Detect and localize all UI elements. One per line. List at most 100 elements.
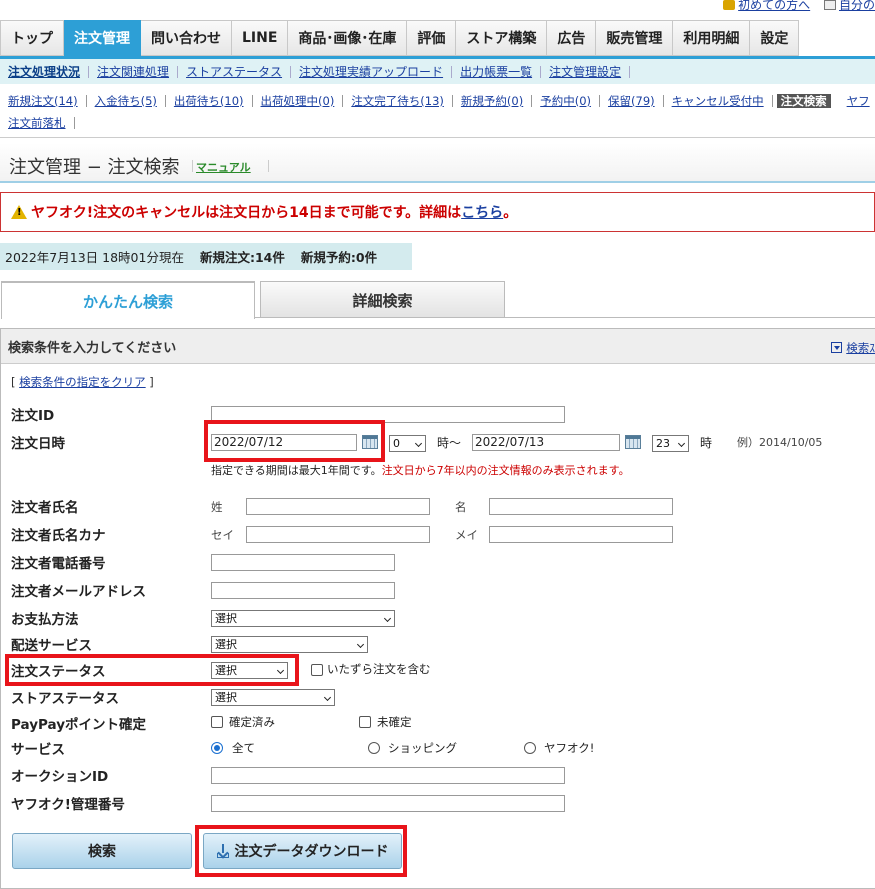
- clear-conditions-link[interactable]: 検索条件の指定をクリア: [19, 375, 146, 389]
- email-label: 注文者メールアドレス: [11, 584, 146, 600]
- manual-link[interactable]: マニュアル: [196, 159, 251, 175]
- alert-link[interactable]: こちら: [461, 202, 503, 222]
- date-example: 例）2014/10/05: [737, 436, 823, 449]
- subnav-order-status[interactable]: 注文処理状況: [0, 65, 90, 78]
- search-toggle-label: 検索ｽ: [846, 341, 875, 355]
- payment-select[interactable]: 選択: [211, 610, 395, 627]
- date-highlight: [204, 420, 385, 462]
- nav-order-management[interactable]: 注文管理: [64, 20, 141, 56]
- warning-icon: [11, 205, 27, 219]
- first-name-input[interactable]: [489, 498, 673, 515]
- status-order-search[interactable]: 注文検索: [776, 94, 831, 108]
- search-toggle-link[interactable]: 検索ｽ: [831, 340, 875, 356]
- status-pre-order-bids[interactable]: 注文前落札: [8, 117, 75, 129]
- subnav-reports[interactable]: 出力帳票一覧: [452, 65, 542, 78]
- sei-kana-label: セイ: [211, 528, 234, 542]
- subnav-order-related[interactable]: 注文関連処理: [89, 65, 179, 78]
- nav-reviews[interactable]: 評価: [407, 20, 457, 56]
- status-auction[interactable]: ヤフ: [839, 95, 875, 107]
- subnav-store-status[interactable]: ストアステータス: [178, 65, 292, 78]
- sub-nav: 注文処理状況 注文関連処理 ストアステータス 注文処理実績アップロード 出力帳票…: [0, 56, 875, 84]
- new-reserve-count: 新規予約:0件: [300, 250, 378, 265]
- tab-easy-search[interactable]: かんたん検索: [1, 281, 255, 319]
- subnav-upload[interactable]: 注文処理実績アップロード: [291, 65, 453, 78]
- nav-statement[interactable]: 利用明細: [673, 20, 751, 56]
- email-input[interactable]: [211, 582, 395, 599]
- status-awaiting-completion[interactable]: 注文完了待ち(13): [343, 95, 453, 107]
- search-button[interactable]: 検索: [12, 833, 192, 869]
- new-orders-count: 新規注文:14件: [199, 250, 285, 265]
- calendar-icon: [823, 0, 836, 10]
- unconfirmed-checkbox[interactable]: [359, 716, 371, 728]
- nav-top[interactable]: トップ: [0, 20, 64, 56]
- date-note: 指定できる期間は最大1年間です。注文日から7年以内の注文情報のみ表示されます。: [211, 462, 630, 478]
- divider: [255, 317, 875, 318]
- main-nav: トップ 注文管理 問い合わせ LINE 商品･画像･在庫 評価 ストア構築 広告…: [0, 20, 875, 56]
- phone-label: 注文者電話番号: [11, 556, 106, 572]
- status-awaiting-payment[interactable]: 入金待ち(5): [87, 95, 166, 107]
- nav-sales[interactable]: 販売管理: [596, 20, 674, 56]
- calendar-icon[interactable]: [625, 435, 641, 449]
- order-date-label: 注文日時: [11, 436, 65, 452]
- dropdown-icon: [831, 342, 843, 353]
- nav-settings[interactable]: 設定: [750, 20, 800, 56]
- clear-conditions: [ 検索条件の指定をクリア ]: [11, 374, 154, 390]
- bracket: ]: [145, 375, 154, 389]
- nav-line[interactable]: LINE: [232, 20, 289, 56]
- prank-label: いたずら注文を含む: [327, 662, 431, 676]
- service-all-label: 全て: [232, 741, 255, 755]
- cancel-alert: ヤフオク!注文のキャンセルは注文日から14日まで可能です。詳細は こちら 。: [0, 192, 875, 232]
- status-on-hold[interactable]: 保留(79): [600, 95, 664, 107]
- delivery-label: 配送サービス: [11, 638, 92, 654]
- nav-products[interactable]: 商品･画像･在庫: [288, 20, 408, 56]
- auction-id-input[interactable]: [211, 767, 565, 784]
- page-title: 注文管理 − 注文検索: [9, 157, 180, 178]
- prank-checkbox[interactable]: [311, 664, 323, 676]
- service-auction-radio[interactable]: [524, 742, 536, 754]
- paypay-label: PayPayポイント確定: [11, 717, 147, 733]
- service-shopping-radio[interactable]: [368, 742, 380, 754]
- page-title-bar: 注文管理 − 注文検索 マニュアル: [0, 143, 875, 183]
- status-awaiting-shipment[interactable]: 出荷待ち(10): [166, 95, 253, 107]
- confirmed-checkbox[interactable]: [211, 716, 223, 728]
- download-highlight: [195, 825, 407, 877]
- status-cancel-requests[interactable]: キャンセル受付中: [664, 95, 773, 107]
- bracket: [: [11, 375, 20, 389]
- status-new-orders[interactable]: 新規注文(14): [8, 95, 87, 107]
- first-time-link[interactable]: 初めての方へ: [723, 0, 810, 12]
- store-status-select[interactable]: 選択: [211, 689, 335, 706]
- divider: [268, 160, 269, 172]
- sei-label: 姓: [211, 500, 223, 514]
- order-id-label: 注文ID: [11, 408, 55, 424]
- hour-to-select[interactable]: 23: [652, 435, 689, 452]
- note-text: 指定できる期間は最大1年間です。: [211, 464, 382, 477]
- hour-suffix: 時: [700, 436, 713, 450]
- nav-ads[interactable]: 広告: [547, 20, 597, 56]
- auction-mgmt-input[interactable]: [211, 795, 565, 812]
- tab-detail-search[interactable]: 詳細検索: [260, 281, 505, 318]
- hour-from-select[interactable]: 0: [389, 435, 426, 452]
- service-shopping-label: ショッピング: [388, 741, 457, 755]
- status-new-reservations[interactable]: 新規予約(0): [453, 95, 533, 107]
- auction-id-label: オークションID: [11, 769, 109, 785]
- name-label: 注文者氏名: [11, 500, 79, 516]
- status-reserved[interactable]: 予約中(0): [532, 95, 601, 107]
- first-name-kana-input[interactable]: [489, 526, 673, 543]
- hour-separator: 時〜: [437, 436, 462, 450]
- delivery-select[interactable]: 選択: [211, 636, 368, 653]
- status-shipping-in-progress[interactable]: 出荷処理中(0): [253, 95, 344, 107]
- nav-store-build[interactable]: ストア構築: [456, 20, 548, 56]
- nav-inquiry[interactable]: 問い合わせ: [141, 20, 232, 56]
- mine-link[interactable]: 自分の: [823, 0, 875, 12]
- kana-label: 注文者氏名カナ: [11, 528, 106, 544]
- status-links: 新規注文(14) 入金待ち(5) 出荷待ち(10) 出荷処理中(0) 注文完了待…: [8, 90, 875, 134]
- utility-links: 初めての方へ 自分の: [713, 0, 875, 12]
- last-name-kana-input[interactable]: [246, 526, 430, 543]
- phone-input[interactable]: [211, 554, 395, 571]
- divider: [192, 160, 193, 172]
- date-to-input[interactable]: 2022/07/13: [472, 434, 620, 451]
- subnav-order-settings[interactable]: 注文管理設定: [541, 65, 631, 78]
- last-name-input[interactable]: [246, 498, 430, 515]
- divider: [0, 137, 875, 138]
- service-all-radio[interactable]: [211, 742, 223, 754]
